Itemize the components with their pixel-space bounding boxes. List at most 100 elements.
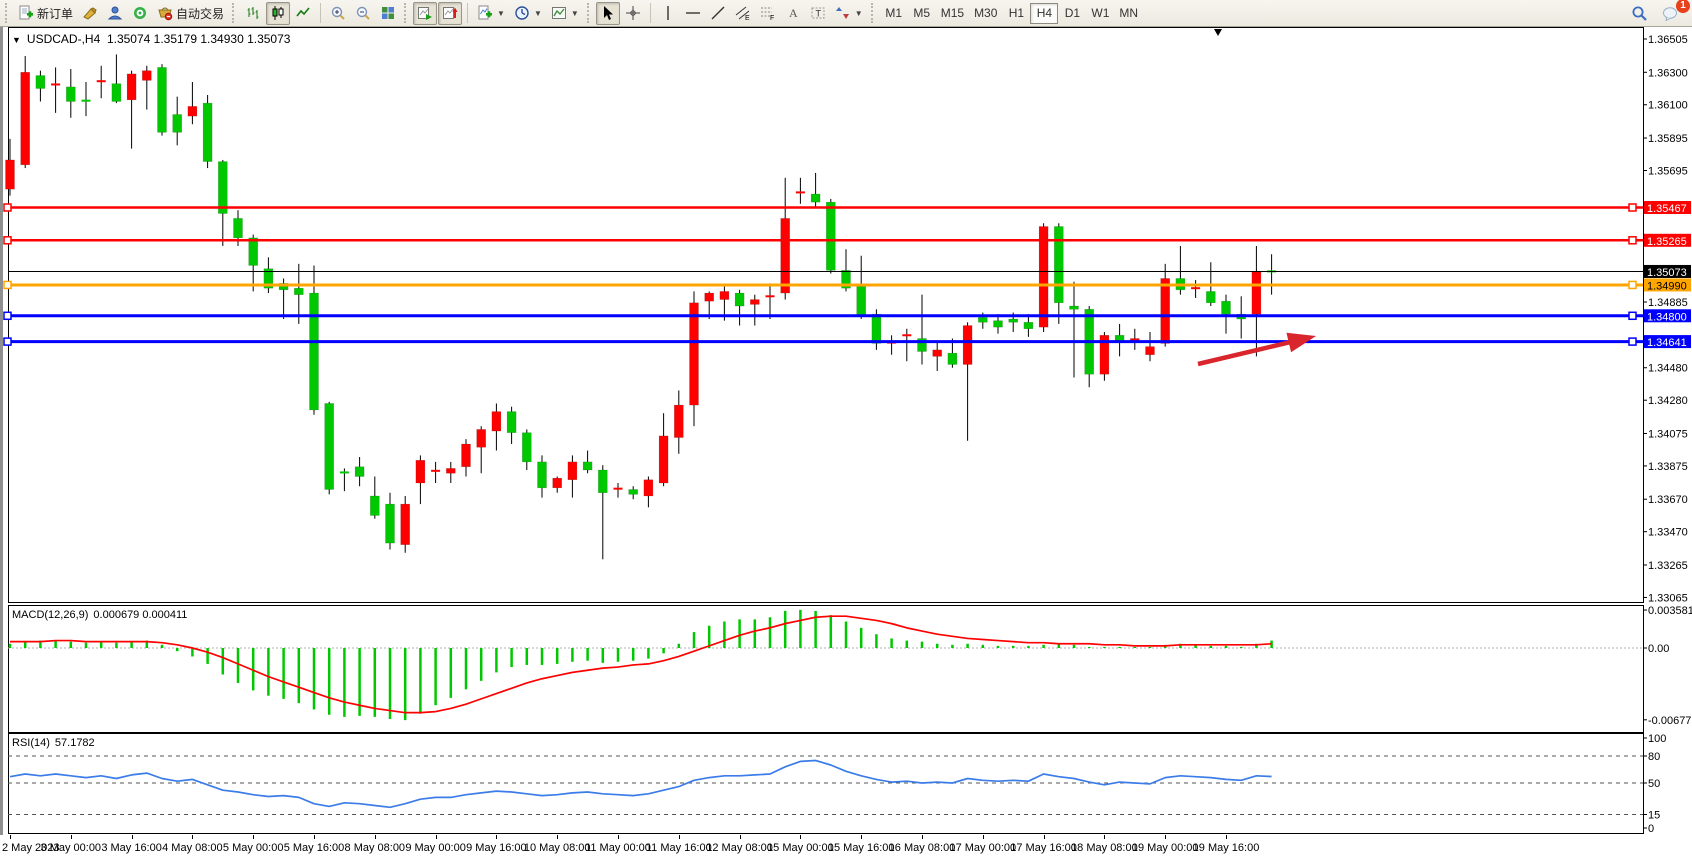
line-chart-button[interactable] xyxy=(291,2,315,25)
toolbar-grip[interactable] xyxy=(587,3,592,23)
price-tick-label: 1.34480 xyxy=(1648,363,1688,375)
styles-button[interactable] xyxy=(78,2,102,25)
auto-trading-icon xyxy=(157,5,173,21)
periods-button[interactable]: ▼ xyxy=(510,2,546,25)
main-chart-panel[interactable]: 1.365051.363001.361001.358951.356951.348… xyxy=(0,27,1692,603)
channel-button[interactable]: E xyxy=(731,2,755,25)
timeframe-button-w1[interactable]: W1 xyxy=(1086,3,1114,24)
candle-body xyxy=(538,462,547,488)
line-handle[interactable] xyxy=(1629,237,1636,244)
line-handle[interactable] xyxy=(1629,281,1636,288)
candle-body xyxy=(310,293,319,410)
tile-windows-button[interactable] xyxy=(376,2,400,25)
cursor-button[interactable] xyxy=(596,2,620,25)
candle-body xyxy=(1206,291,1215,302)
rsi-axis-label: 80 xyxy=(1648,751,1660,763)
candle-body xyxy=(446,468,455,473)
collapse-triangle-icon[interactable]: ▼ xyxy=(12,35,21,45)
candle-body xyxy=(386,504,395,543)
signals-button[interactable] xyxy=(128,2,152,25)
horizontal-line-button[interactable] xyxy=(681,2,705,25)
auto-scroll-button[interactable] xyxy=(413,2,437,25)
candle-body xyxy=(370,496,379,515)
time-tick xyxy=(496,835,497,839)
macd-panel[interactable]: 0.0035810.00-0.006775 xyxy=(0,605,1692,733)
profile-button[interactable] xyxy=(103,2,127,25)
price-tick-label: 1.33265 xyxy=(1648,560,1688,572)
vertical-line-button[interactable] xyxy=(656,2,680,25)
candle-doji xyxy=(82,100,91,102)
timeframe-button-m1[interactable]: M1 xyxy=(880,3,908,24)
candle-body xyxy=(355,467,364,477)
timeframe-button-d1[interactable]: D1 xyxy=(1058,3,1086,24)
bar-chart-button[interactable] xyxy=(241,2,265,25)
candle-body xyxy=(249,238,258,266)
new-order-button[interactable]: 新订单 xyxy=(14,2,77,25)
candle-body xyxy=(1024,322,1033,328)
toolbar-grip[interactable] xyxy=(232,3,237,23)
price-tag-label: 1.34990 xyxy=(1647,280,1687,292)
line-handle[interactable] xyxy=(1629,204,1636,211)
time-label: 12 May 08:00 xyxy=(706,842,774,854)
periods-icon xyxy=(514,5,530,21)
fibonacci-button[interactable]: F xyxy=(756,2,780,25)
text-label-button[interactable]: T xyxy=(806,2,830,25)
line-handle[interactable] xyxy=(4,204,11,211)
time-tick xyxy=(1104,835,1105,839)
chart-shift-button[interactable] xyxy=(438,2,462,25)
time-tick xyxy=(557,835,558,839)
macd-axis-label: 0.00 xyxy=(1648,643,1669,655)
templates-button[interactable]: ▼ xyxy=(547,2,583,25)
line-handle[interactable] xyxy=(4,281,11,288)
price-tick-label: 1.34885 xyxy=(1648,297,1688,309)
line-handle[interactable] xyxy=(4,237,11,244)
candle-doji xyxy=(614,488,623,490)
horizontal-line-icon xyxy=(685,5,701,21)
zoom-in-button[interactable] xyxy=(326,2,350,25)
toolbar-grip[interactable] xyxy=(871,3,876,23)
channel-icon: E xyxy=(735,5,751,21)
svg-text:A: A xyxy=(789,6,798,20)
candle-body xyxy=(583,462,592,470)
price-tick-label: 1.34075 xyxy=(1648,428,1688,440)
candle-body xyxy=(994,321,1003,327)
rsi-panel[interactable]: 1008050150 xyxy=(0,733,1692,835)
timeframe-button-mn[interactable]: MN xyxy=(1114,3,1143,24)
candle-body xyxy=(872,314,881,343)
zoom-out-button[interactable] xyxy=(351,2,375,25)
search-button[interactable] xyxy=(1627,2,1652,25)
price-tick-label: 1.36300 xyxy=(1648,67,1688,79)
candle-body xyxy=(963,326,972,365)
trendline-button[interactable] xyxy=(706,2,730,25)
text-button[interactable]: A xyxy=(781,2,805,25)
price-tag-label: 1.34800 xyxy=(1647,311,1687,323)
line-handle[interactable] xyxy=(4,312,11,319)
timeframe-button-h1[interactable]: H1 xyxy=(1002,3,1030,24)
toolbar-grip[interactable] xyxy=(5,3,10,23)
auto-trading-button[interactable]: 自动交易 xyxy=(153,2,228,25)
line-handle[interactable] xyxy=(4,338,11,345)
chat-button[interactable]: 1 xyxy=(1658,2,1684,25)
chevron-down-icon: ▼ xyxy=(534,9,542,18)
timeframe-button-m5[interactable]: M5 xyxy=(908,3,936,24)
time-tick xyxy=(618,835,619,839)
line-handle[interactable] xyxy=(1629,338,1636,345)
trendline-icon xyxy=(710,5,726,21)
line-handle[interactable] xyxy=(1629,312,1636,319)
toolbar-grip[interactable] xyxy=(404,3,409,23)
timeframe-button-h4[interactable]: H4 xyxy=(1030,3,1058,24)
candle-body xyxy=(218,162,227,214)
candlestick-chart-button[interactable] xyxy=(266,2,290,25)
candlestick-chart-icon xyxy=(270,5,286,21)
crosshair-button[interactable] xyxy=(621,2,645,25)
time-axis[interactable]: 2 May 20233 May 00:003 May 16:004 May 08… xyxy=(0,835,1692,859)
timeframe-button-m15[interactable]: M15 xyxy=(936,3,969,24)
time-label: 17 May 16:00 xyxy=(1010,842,1078,854)
indicators-button[interactable]: ▼ xyxy=(473,2,509,25)
arrows-button[interactable]: ▼ xyxy=(831,2,867,25)
rsi-axis-label: 100 xyxy=(1648,733,1666,745)
candle-body xyxy=(492,412,501,431)
search-icon xyxy=(1631,5,1648,22)
timeframe-button-m30[interactable]: M30 xyxy=(969,3,1002,24)
time-label: 15 May 16:00 xyxy=(827,842,895,854)
